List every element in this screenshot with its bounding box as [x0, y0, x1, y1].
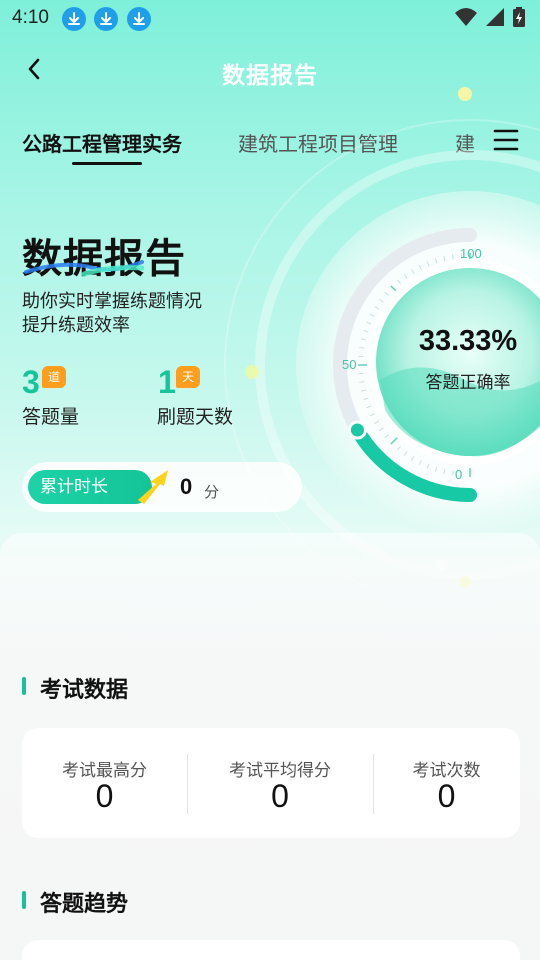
trend-section-title: 答题趋势 — [22, 886, 128, 918]
days-unit-badge: 天 — [176, 366, 200, 388]
download-icon — [62, 7, 86, 31]
status-time: 4:10 — [12, 7, 49, 28]
exam-data-card: 考试最高分 0 考试平均得分 0 考试次数 0 — [22, 728, 520, 838]
exam-average-score: 考试平均得分 0 — [187, 728, 373, 838]
questions-label: 答题量 — [22, 406, 80, 428]
gauge-percent: 33.33% — [419, 325, 518, 357]
questions-count: 3 — [22, 364, 40, 400]
tab-active-indicator — [72, 162, 142, 165]
battery-icon — [512, 6, 526, 32]
days-count: 1 — [158, 364, 176, 400]
exam-stat-value: 0 — [95, 778, 114, 814]
hero-swoosh-decoration — [24, 260, 144, 277]
trend-card — [22, 940, 520, 960]
exam-highest-score: 考试最高分 0 — [22, 728, 187, 838]
gauge-label: 答题正确率 — [426, 373, 511, 393]
questions-unit-badge: 道 — [42, 366, 66, 388]
hero-description: 助你实时掌握练题情况 提升练题效率 — [22, 290, 202, 338]
signal-icon — [484, 6, 506, 32]
hero-desc-line2: 提升练题效率 — [22, 315, 130, 336]
wifi-icon — [454, 6, 478, 32]
decor-dot — [458, 87, 472, 101]
gauge-scale-mid: 50 — [342, 357, 356, 372]
duration-value: 0 — [180, 474, 193, 499]
hero-desc-line1: 助你实时掌握练题情况 — [22, 291, 202, 312]
exam-section-title: 考试数据 — [22, 672, 128, 704]
cumulative-duration: 累计时长 0 分 — [22, 462, 302, 512]
days-label: 刷题天数 — [157, 406, 234, 428]
arrow-up-icon — [138, 470, 168, 504]
accuracy-gauge: 100 50 0 33.33% 答题正确率 — [224, 87, 540, 600]
exam-stat-value: 0 — [271, 778, 289, 814]
exam-stat-value: 0 — [437, 778, 456, 814]
gauge-progress-dot — [347, 420, 367, 440]
decor-dot — [245, 365, 259, 379]
exam-count: 考试次数 0 — [373, 728, 520, 838]
status-bar: 4:10 — [0, 0, 540, 38]
download-icon — [127, 7, 151, 31]
download-icon — [94, 7, 118, 31]
gauge-scale-max: 100 — [460, 246, 482, 261]
gauge-scale-min: 0 — [455, 467, 462, 482]
tab-highway-engineering[interactable]: 公路工程管理实务 — [22, 128, 182, 157]
duration-unit: 分 — [204, 483, 220, 501]
